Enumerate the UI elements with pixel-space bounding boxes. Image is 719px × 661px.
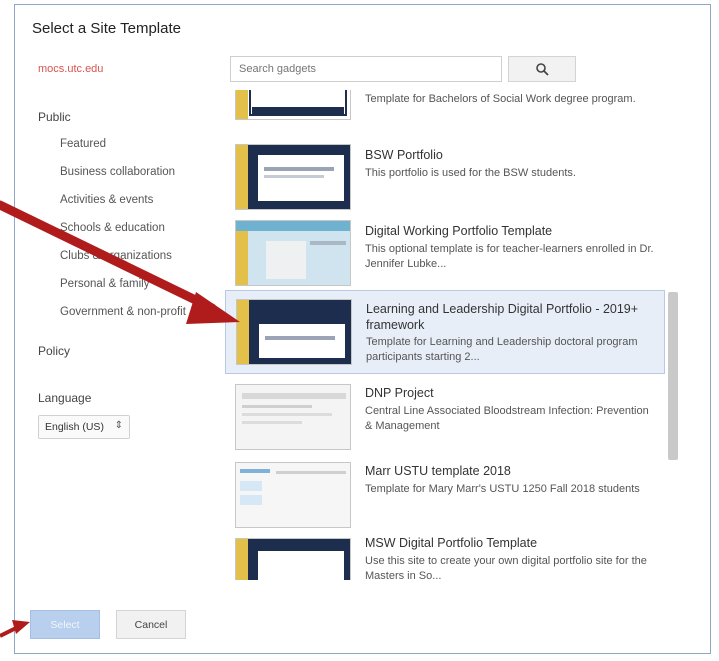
select-arrows-icon: ⇕: [114, 420, 123, 431]
language-value: English (US): [45, 421, 104, 433]
sidebar-heading-policy[interactable]: Policy: [38, 344, 70, 358]
template-desc: Template for Learning and Leadership doc…: [366, 336, 638, 363]
template-thumbnail: [235, 538, 351, 580]
template-desc: Central Line Associated Bloodstream Infe…: [365, 405, 649, 432]
sidebar-item-clubs[interactable]: Clubs & organizations: [60, 250, 172, 262]
sidebar-item-government[interactable]: Government & non-profit: [60, 306, 186, 318]
search-input[interactable]: [230, 56, 502, 82]
template-desc: Use this site to create your own digital…: [365, 555, 647, 580]
template-item-digital-working[interactable]: Digital Working Portfolio Template This …: [225, 212, 665, 290]
sidebar-item-featured[interactable]: Featured: [60, 138, 106, 150]
template-item-msw[interactable]: MSW Digital Portfolio Template Use this …: [225, 530, 665, 580]
template-title: Learning and Leadership Digital Portfoli…: [366, 302, 639, 332]
template-desc: This optional template is for teacher-le…: [365, 243, 654, 270]
template-title: DNP Project: [365, 386, 434, 400]
template-title: Marr USTU template 2018: [365, 464, 511, 478]
sidebar-item-personal[interactable]: Personal & family: [60, 278, 149, 290]
search-icon: [536, 63, 549, 76]
template-thumbnail: [236, 299, 352, 365]
template-thumbnail: [235, 144, 351, 210]
template-desc: Template for Mary Marr's USTU 1250 Fall …: [365, 483, 640, 495]
domain-link[interactable]: mocs.utc.edu: [38, 63, 103, 75]
select-button[interactable]: Select: [30, 610, 100, 639]
list-scrollbar[interactable]: [668, 292, 678, 460]
template-thumbnail: [235, 462, 351, 528]
dialog-title: Select a Site Template: [32, 20, 181, 37]
template-desc: This portfolio is used for the BSW stude…: [365, 167, 576, 179]
template-thumbnail: [235, 220, 351, 286]
sidebar-item-activities[interactable]: Activities & events: [60, 194, 153, 206]
template-thumbnail: [235, 384, 351, 450]
template-title: MSW Digital Portfolio Template: [365, 536, 538, 550]
language-label: Language: [38, 391, 92, 405]
sidebar-heading-public[interactable]: Public: [38, 110, 71, 124]
template-item-marr[interactable]: Marr USTU template 2018 Template for Mar…: [225, 454, 665, 532]
language-select[interactable]: English (US) ⇕: [38, 415, 130, 439]
template-item-learning-leadership[interactable]: Learning and Leadership Digital Portfoli…: [225, 290, 665, 374]
sidebar-item-business[interactable]: Business collaboration: [60, 166, 175, 178]
template-item-dnp[interactable]: DNP Project Central Line Associated Bloo…: [225, 376, 665, 454]
template-list[interactable]: Template for Bachelors of Social Work de…: [225, 90, 680, 580]
cancel-button[interactable]: Cancel: [116, 610, 186, 639]
template-desc: Template for Bachelors of Social Work de…: [365, 93, 636, 105]
template-thumbnail: [235, 90, 351, 120]
sidebar-item-schools[interactable]: Schools & education: [60, 222, 165, 234]
template-item-bachelors[interactable]: Template for Bachelors of Social Work de…: [225, 90, 665, 124]
template-item-bsw[interactable]: BSW Portfolio This portfolio is used for…: [225, 136, 665, 214]
template-title: BSW Portfolio: [365, 148, 443, 162]
search-button[interactable]: [508, 56, 576, 82]
template-title: Digital Working Portfolio Template: [365, 224, 553, 238]
